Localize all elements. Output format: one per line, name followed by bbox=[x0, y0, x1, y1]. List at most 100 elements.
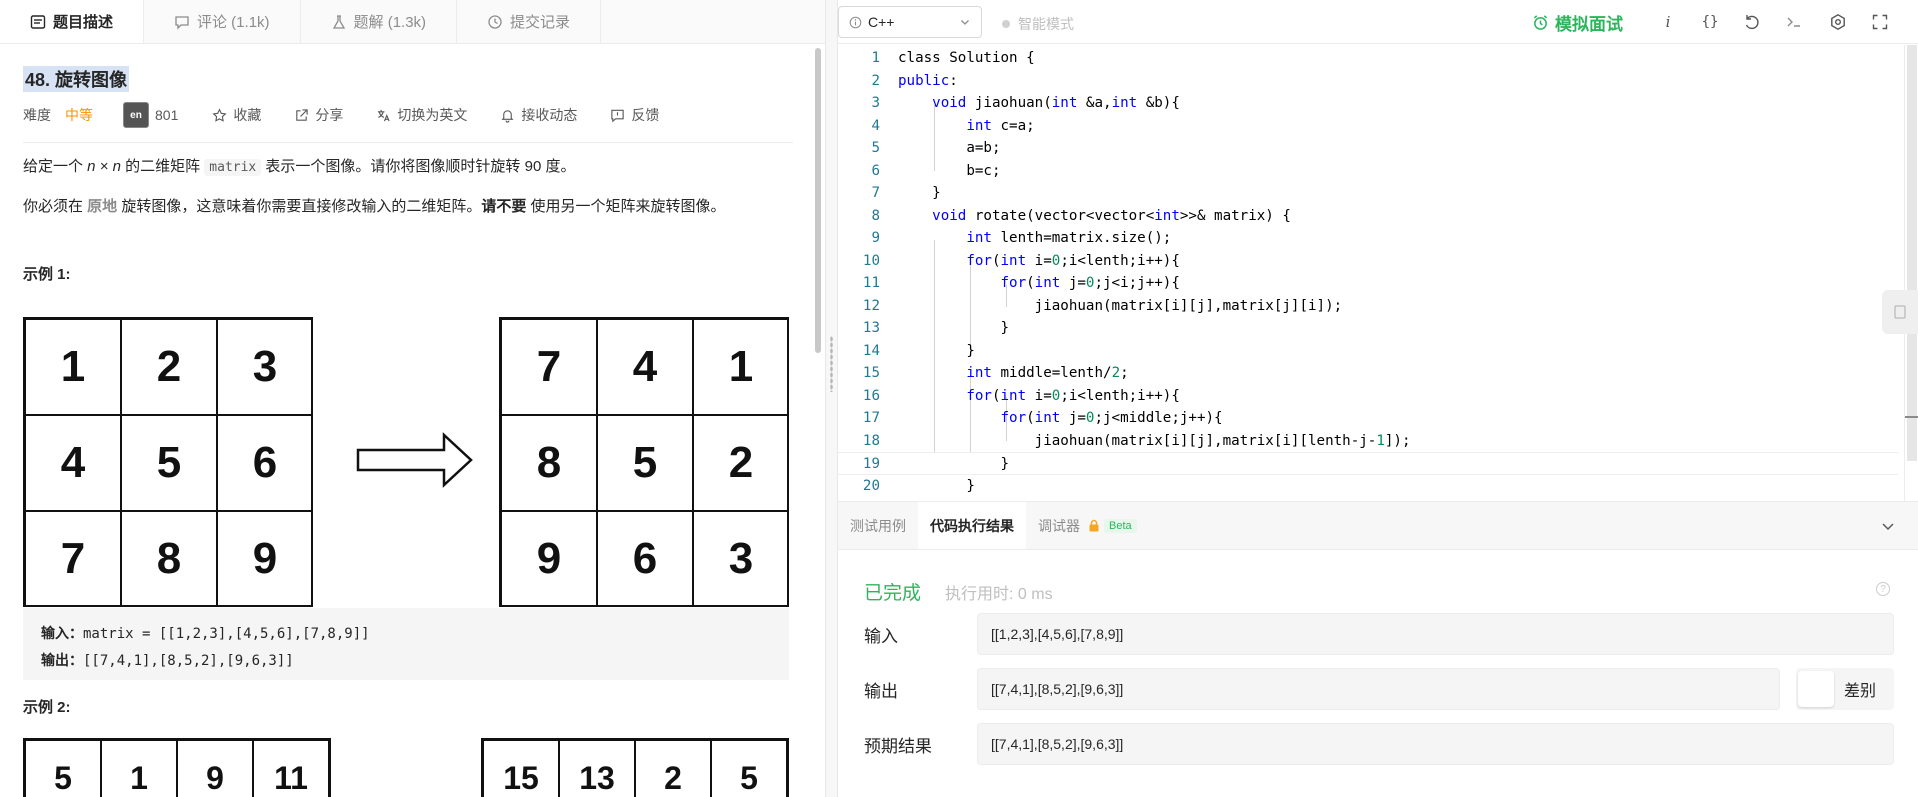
code-text[interactable]: } bbox=[898, 475, 975, 498]
diff-switch[interactable] bbox=[1798, 671, 1834, 707]
tab-description[interactable]: 题目描述 bbox=[0, 0, 145, 43]
code-line[interactable]: 18 jiaohuan(matrix[i][j],matrix[i][lenth… bbox=[838, 430, 1898, 453]
code-line[interactable]: 9 int lenth=matrix.size(); bbox=[838, 227, 1898, 250]
subscribe-button[interactable]: 接收动态 bbox=[500, 105, 577, 125]
diff-label: 差别 bbox=[1844, 683, 1877, 700]
code-text[interactable]: b=c; bbox=[898, 160, 1000, 183]
code-text[interactable]: for(int j=0;j<i;j++){ bbox=[898, 272, 1180, 295]
code-line[interactable]: 11 for(int j=0;j<i;j++){ bbox=[838, 272, 1898, 295]
code-line[interactable]: 20 } bbox=[838, 475, 1898, 498]
tab-debugger[interactable]: 调试器 Beta bbox=[1026, 502, 1149, 549]
code-line[interactable]: 4 int c=a; bbox=[838, 115, 1898, 138]
share-button[interactable]: 分享 bbox=[294, 105, 343, 125]
matrix-cell: 2 bbox=[121, 319, 217, 415]
code-editor[interactable]: 1 class Solution {2 public: 3 void jiaohuan… bbox=[838, 45, 1918, 501]
code-text[interactable]: for(int i=0;i<lenth;i++){ bbox=[898, 250, 1180, 273]
problem-scrollbar[interactable] bbox=[815, 48, 821, 353]
editor-scrollbar[interactable] bbox=[1904, 45, 1918, 501]
tab-comments[interactable]: 评论 (1.1k) bbox=[144, 0, 301, 43]
tab-testcase[interactable]: 测试用例 bbox=[838, 502, 918, 549]
matrix-after-image: 7 4 1 8 5 2 9 6 3 bbox=[499, 317, 789, 607]
code-line[interactable]: 1 class Solution { bbox=[838, 47, 1898, 70]
code-text[interactable]: int lenth=matrix.size(); bbox=[898, 227, 1171, 250]
matrix-cell: 7 bbox=[501, 319, 597, 415]
line-number: 5 bbox=[871, 140, 880, 156]
tab-debugger-label: 调试器 bbox=[1038, 517, 1080, 534]
result-input-value[interactable]: [[1,2,3],[4,5,6],[7,8,9]] bbox=[977, 613, 1894, 655]
like-avatar-text: en bbox=[130, 109, 142, 121]
matrix-cell: 2 bbox=[635, 740, 711, 797]
code-line[interactable]: 17 for(int j=0;j<middle;j++){ bbox=[838, 407, 1898, 430]
tab-solutions[interactable]: 题解 (1.3k) bbox=[301, 0, 458, 43]
code-line[interactable]: 12 jiaohuan(matrix[i][j],matrix[j][i]); bbox=[838, 295, 1898, 318]
reset-icon[interactable] bbox=[1742, 12, 1762, 32]
code-text[interactable]: } bbox=[898, 340, 975, 363]
editor-scrollbar-thumb[interactable] bbox=[1907, 45, 1917, 461]
help-icon[interactable]: ? bbox=[1876, 582, 1890, 596]
tab-submissions[interactable]: 提交记录 bbox=[457, 0, 602, 43]
info-icon[interactable]: i bbox=[1658, 12, 1678, 32]
matrix-before-image: 1 2 3 4 5 6 7 8 9 bbox=[23, 317, 313, 607]
code-text[interactable]: void jiaohuan(int &a,int &b){ bbox=[898, 92, 1180, 115]
notes-button[interactable] bbox=[1882, 290, 1918, 334]
example-2-title: 示例 2: bbox=[23, 699, 71, 716]
result-output-value[interactable]: [[7,4,1],[8,5,2],[9,6,3]] bbox=[977, 668, 1780, 710]
code-line[interactable]: 7 } bbox=[838, 182, 1898, 205]
feedback-button[interactable]: 反馈 bbox=[610, 105, 659, 125]
code-text[interactable]: } bbox=[898, 317, 1009, 340]
result-expected-value[interactable]: [[7,4,1],[8,5,2],[9,6,3]] bbox=[977, 723, 1894, 765]
code-line[interactable]: 5 a=b; bbox=[838, 137, 1898, 160]
code-line[interactable]: 13 } bbox=[838, 317, 1898, 340]
code-text[interactable]: } bbox=[898, 182, 941, 205]
code-text[interactable]: a=b; bbox=[898, 137, 1000, 160]
code-text[interactable]: for(int j=0;j<middle;j++){ bbox=[898, 407, 1223, 430]
mock-interview-button[interactable]: 模拟面试 bbox=[1532, 10, 1623, 35]
code-text[interactable]: int c=a; bbox=[898, 115, 1034, 138]
matrix-cell: 6 bbox=[217, 415, 313, 511]
code-line[interactable]: 16 for(int i=0;i<lenth;i++){ bbox=[838, 385, 1898, 408]
code-line[interactable]: 19 } bbox=[838, 452, 1898, 475]
code-text[interactable]: jiaohuan(matrix[i][j],matrix[i][lenth-j-… bbox=[898, 430, 1411, 453]
terminal-icon[interactable] bbox=[1784, 12, 1804, 32]
code-line[interactable]: 15 int middle=lenth/2; bbox=[838, 362, 1898, 385]
smart-mode-toggle[interactable]: 智能模式 bbox=[1002, 14, 1074, 34]
code-text[interactable]: int middle=lenth/2; bbox=[898, 362, 1128, 385]
problem-title: 48. 旋转图像 bbox=[23, 66, 130, 92]
code-text[interactable]: void rotate(vector<vector<int>>& matrix)… bbox=[898, 205, 1291, 228]
result-output-row: 输出 [[7,4,1],[8,5,2],[9,6,3]] 差别 bbox=[864, 668, 1894, 710]
code-text[interactable]: public: bbox=[898, 70, 958, 93]
p1-text-c: 表示一个图像。请你将图像顺时针旋转 90 度。 bbox=[261, 158, 576, 175]
translate-icon bbox=[378, 109, 391, 121]
language-select[interactable]: C++ bbox=[838, 6, 982, 38]
p2-highlight[interactable]: 原地 bbox=[87, 198, 117, 215]
code-text[interactable]: jiaohuan(matrix[i][j],matrix[j][i]); bbox=[898, 295, 1343, 318]
code-text[interactable]: for(int i=0;i<lenth;i++){ bbox=[898, 385, 1180, 408]
tab-submissions-label: 提交记录 bbox=[510, 14, 571, 31]
code-line[interactable]: 6 b=c; bbox=[838, 160, 1898, 183]
panel-splitter[interactable] bbox=[826, 0, 838, 797]
matrix-cell: 3 bbox=[693, 511, 789, 607]
status-finished: 已完成 bbox=[864, 583, 922, 604]
description-paragraph-1: 给定一个 n × n 的二维矩阵 matrix 表示一个图像。请你将图像顺时针旋… bbox=[23, 155, 793, 180]
code-line[interactable]: 10 for(int i=0;i<lenth;i++){ bbox=[838, 250, 1898, 273]
line-number: 16 bbox=[862, 387, 880, 404]
fullscreen-icon[interactable] bbox=[1870, 12, 1890, 32]
alarm-clock-icon bbox=[1533, 15, 1548, 30]
code-line[interactable]: 2 public: bbox=[838, 70, 1898, 93]
code-text[interactable]: } bbox=[898, 453, 1009, 476]
code-line[interactable]: 8 void rotate(vector<vector<int>>& matri… bbox=[838, 205, 1898, 228]
favorite-button[interactable]: 收藏 bbox=[212, 105, 261, 125]
code-line[interactable]: 3 void jiaohuan(int &a,int &b){ bbox=[838, 92, 1898, 115]
diff-toggle[interactable]: 差别 bbox=[1796, 668, 1894, 710]
code-text[interactable]: class Solution { bbox=[898, 47, 1035, 70]
line-number: 19 bbox=[862, 456, 880, 472]
settings-icon[interactable] bbox=[1828, 12, 1848, 32]
tab-run-result[interactable]: 代码执行结果 bbox=[918, 502, 1026, 549]
format-braces-icon[interactable]: {} bbox=[1700, 12, 1720, 32]
chevron-down-icon[interactable] bbox=[1880, 518, 1896, 534]
like-button[interactable]: en 801 bbox=[123, 102, 178, 128]
notes-icon bbox=[1894, 305, 1906, 319]
splitter-handle-icon[interactable] bbox=[830, 336, 833, 392]
switch-language-button[interactable]: 切换为英文 bbox=[376, 105, 467, 125]
code-line[interactable]: 14 } bbox=[838, 340, 1898, 363]
